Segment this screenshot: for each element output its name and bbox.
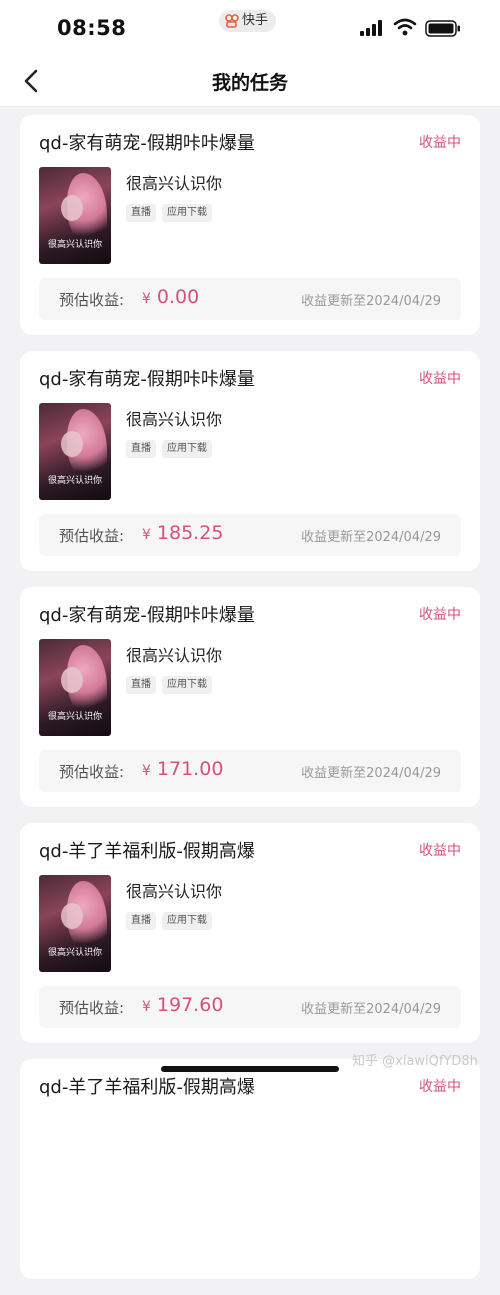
task-title: qd-家有萌宠-假期咔咔爆量 bbox=[39, 133, 255, 154]
earnings-label: 预估收益: bbox=[59, 763, 125, 781]
tag-live: 直播 bbox=[126, 204, 156, 222]
task-card[interactable]: qd-家有萌宠-假期咔咔爆量 收益中 很高兴认识你 很高兴认识你 直播 应用下载… bbox=[20, 115, 480, 335]
tag-live: 直播 bbox=[126, 676, 156, 694]
task-subtitle: 很高兴认识你 bbox=[126, 882, 223, 901]
task-card[interactable]: qd-家有萌宠-假期咔咔爆量 收益中 很高兴认识你 很高兴认识你 直播 应用下载… bbox=[20, 351, 480, 571]
thumbnail-caption: 很高兴认识你 bbox=[47, 476, 102, 486]
task-tags: 直播 应用下载 bbox=[126, 676, 212, 694]
task-card[interactable]: qd-羊了羊福利版-假期高爆 收益中 bbox=[20, 1059, 480, 1279]
earnings-amount: 171.00 bbox=[156, 758, 224, 780]
earnings-amount: 185.25 bbox=[156, 522, 224, 544]
currency-symbol: ¥ bbox=[142, 527, 151, 543]
currency-symbol: ¥ bbox=[142, 763, 151, 779]
app-badge[interactable]: 快手 bbox=[219, 10, 277, 32]
task-title: qd-羊了羊福利版-假期高爆 bbox=[39, 841, 255, 862]
battery-icon bbox=[425, 20, 460, 37]
status-badge: 收益中 bbox=[419, 607, 461, 623]
earnings-bar: 预估收益: ¥171.00 收益更新至2024/04/29 bbox=[39, 750, 461, 792]
earnings-bar: 预估收益: ¥0.00 收益更新至2024/04/29 bbox=[39, 278, 461, 320]
status-badge: 收益中 bbox=[419, 371, 461, 387]
page-title: 我的任务 bbox=[211, 72, 288, 94]
earnings-update-date: 收益更新至2024/04/29 bbox=[301, 766, 441, 781]
earnings-value: ¥197.60 bbox=[142, 994, 223, 1016]
kuaishou-icon bbox=[225, 14, 239, 28]
task-tags: 直播 应用下载 bbox=[126, 204, 212, 222]
currency-symbol: ¥ bbox=[142, 999, 151, 1015]
task-thumbnail[interactable]: 很高兴认识你 bbox=[39, 403, 111, 500]
status-badge: 收益中 bbox=[419, 1079, 461, 1095]
status-time: 08:58 bbox=[57, 16, 127, 40]
thumbnail-caption: 很高兴认识你 bbox=[47, 948, 102, 958]
task-subtitle: 很高兴认识你 bbox=[126, 646, 223, 665]
tag-live: 直播 bbox=[126, 440, 156, 458]
earnings-label: 预估收益: bbox=[59, 527, 125, 545]
status-badge: 收益中 bbox=[419, 843, 461, 859]
tag-app-download: 应用下载 bbox=[162, 440, 212, 458]
signal-icon bbox=[360, 20, 382, 36]
task-tags: 直播 应用下载 bbox=[126, 440, 212, 458]
earnings-value: ¥0.00 bbox=[142, 286, 199, 308]
task-card[interactable]: qd-羊了羊福利版-假期高爆 收益中 很高兴认识你 很高兴认识你 直播 应用下载… bbox=[20, 823, 480, 1043]
task-title: qd-羊了羊福利版-假期高爆 bbox=[39, 1077, 255, 1098]
nav-bar: 我的任务 bbox=[0, 58, 500, 107]
thumbnail-caption: 很高兴认识你 bbox=[47, 712, 102, 722]
earnings-value: ¥171.00 bbox=[142, 758, 223, 780]
earnings-bar: 预估收益: ¥185.25 收益更新至2024/04/29 bbox=[39, 514, 461, 556]
status-badge: 收益中 bbox=[419, 135, 461, 151]
task-subtitle: 很高兴认识你 bbox=[126, 174, 223, 193]
task-title: qd-家有萌宠-假期咔咔爆量 bbox=[39, 605, 255, 626]
earnings-label: 预估收益: bbox=[59, 291, 125, 309]
task-tags: 直播 应用下载 bbox=[126, 912, 212, 930]
earnings-bar: 预估收益: ¥197.60 收益更新至2024/04/29 bbox=[39, 986, 461, 1028]
task-thumbnail[interactable]: 很高兴认识你 bbox=[39, 167, 111, 264]
currency-symbol: ¥ bbox=[142, 291, 151, 307]
task-subtitle: 很高兴认识你 bbox=[126, 410, 223, 429]
home-indicator[interactable] bbox=[161, 1066, 339, 1072]
earnings-label: 预估收益: bbox=[59, 999, 125, 1017]
task-thumbnail[interactable]: 很高兴认识你 bbox=[39, 875, 111, 972]
tag-live: 直播 bbox=[126, 912, 156, 930]
wifi-icon bbox=[393, 18, 417, 36]
earnings-update-date: 收益更新至2024/04/29 bbox=[301, 530, 441, 545]
task-title: qd-家有萌宠-假期咔咔爆量 bbox=[39, 369, 255, 390]
earnings-value: ¥185.25 bbox=[142, 522, 223, 544]
earnings-amount: 0.00 bbox=[156, 286, 200, 308]
status-bar: 08:58 快手 bbox=[0, 0, 500, 58]
task-thumbnail[interactable]: 很高兴认识你 bbox=[39, 639, 111, 736]
earnings-update-date: 收益更新至2024/04/29 bbox=[301, 1002, 441, 1017]
task-list: qd-家有萌宠-假期咔咔爆量 收益中 很高兴认识你 很高兴认识你 直播 应用下载… bbox=[20, 115, 480, 1295]
earnings-update-date: 收益更新至2024/04/29 bbox=[301, 294, 441, 309]
thumbnail-caption: 很高兴认识你 bbox=[47, 240, 102, 250]
watermark: 知乎 @xiawiQfYD8h bbox=[352, 1054, 478, 1069]
task-card[interactable]: qd-家有萌宠-假期咔咔爆量 收益中 很高兴认识你 很高兴认识你 直播 应用下载… bbox=[20, 587, 480, 807]
tag-app-download: 应用下载 bbox=[162, 676, 212, 694]
tag-app-download: 应用下载 bbox=[162, 204, 212, 222]
app-badge-label: 快手 bbox=[242, 13, 269, 28]
earnings-amount: 197.60 bbox=[156, 994, 224, 1016]
tag-app-download: 应用下载 bbox=[162, 912, 212, 930]
